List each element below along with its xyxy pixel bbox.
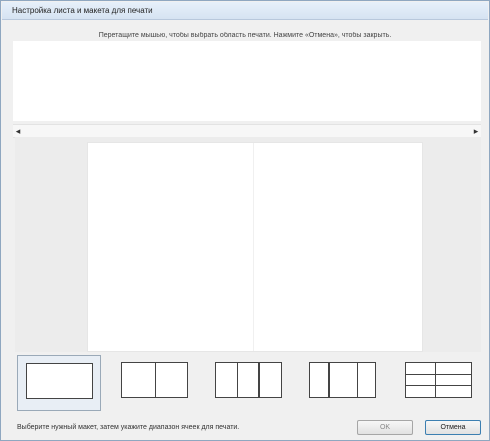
layout-three-columns-icon	[215, 362, 282, 398]
layout-three-columns-alt-icon	[309, 362, 376, 398]
instruction-text: Перетащите мышью, чтобы выбрать область …	[98, 32, 392, 39]
layout-two-columns-icon	[121, 362, 188, 398]
preview-page	[87, 142, 423, 352]
ok-button[interactable]: OK	[357, 420, 413, 435]
layout-option-two-by-three[interactable]	[397, 355, 481, 411]
print-layout-dialog: Настройка листа и макета для печати Пере…	[0, 0, 490, 441]
layout-options	[17, 355, 481, 413]
title-bar[interactable]: Настройка листа и макета для печати	[2, 2, 488, 20]
layout-option-single[interactable]	[17, 355, 101, 411]
window-title: Настройка листа и макета для печати	[12, 6, 153, 15]
layout-single-icon	[26, 363, 93, 399]
layout-grid-icon	[405, 362, 472, 398]
print-preview-area	[15, 137, 481, 352]
layout-option-two-columns[interactable]	[113, 355, 197, 411]
horizontal-scrollbar[interactable]: ◂ ▸	[13, 124, 481, 138]
selection-area[interactable]	[13, 41, 481, 121]
cancel-button[interactable]: Отмена	[425, 420, 481, 435]
layout-hint-text: Выберите нужный макет, затем укажите диа…	[17, 424, 240, 431]
layout-option-three-columns[interactable]	[207, 355, 291, 411]
layout-option-three-columns-alt[interactable]	[301, 355, 385, 411]
scroll-right-arrow-icon[interactable]: ▸	[471, 125, 481, 137]
scroll-left-arrow-icon[interactable]: ◂	[13, 125, 23, 137]
page-split-line	[253, 143, 254, 351]
